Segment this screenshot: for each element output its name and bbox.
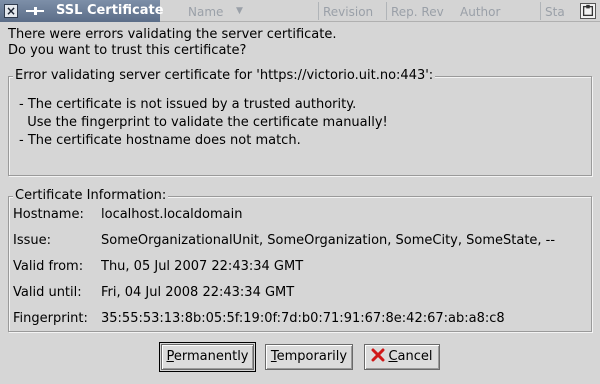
certificate-info-group: Certificate Information: Hostname: local… <box>8 188 592 332</box>
valid-from-label: Valid from: <box>13 259 84 274</box>
close-icon[interactable]: × <box>4 4 18 18</box>
valid-until-label: Valid until: <box>13 285 82 300</box>
title-bar[interactable]: × SSL Certificate Name ▼ Revision Rep. R… <box>0 0 600 22</box>
error-line: - The certificate is not issued by a tru… <box>19 97 357 112</box>
issue-label: Issue: <box>13 233 51 248</box>
cancel-icon <box>371 348 385 362</box>
column-divider <box>318 2 319 20</box>
certificate-info-title: Certificate Information: <box>13 188 169 204</box>
fingerprint-value: 35:55:53:13:8b:05:5f:19:0f:7d:b0:71:91:6… <box>101 311 505 326</box>
background-column-rep-rev: Rep. Rev <box>391 5 444 19</box>
message-line-1: There were errors validating the server … <box>8 27 337 42</box>
background-column-name: Name <box>188 5 224 19</box>
error-group-title: Error validating server certificate for … <box>13 68 436 84</box>
background-column-author: Author <box>460 5 501 19</box>
hostname-value: localhost.localdomain <box>101 207 243 222</box>
temporarily-button[interactable]: Temporarily <box>265 344 353 370</box>
permanently-label: ermanently <box>173 349 249 364</box>
message-line-2: Do you want to trust this certificate? <box>8 43 247 58</box>
fingerprint-label: Fingerprint: <box>13 311 88 326</box>
issue-value: SomeOrganizationalUnit, SomeOrganization… <box>101 233 556 248</box>
column-divider <box>386 2 387 20</box>
cancel-label: ancel <box>397 349 433 364</box>
valid-until-value: Fri, 04 Jul 2008 22:43:34 GMT <box>101 285 295 300</box>
sort-arrow-icon: ▼ <box>236 6 243 16</box>
error-line: Use the fingerprint to validate the cert… <box>19 115 388 130</box>
error-line: - The certificate hostname does not matc… <box>19 133 301 148</box>
window-title: SSL Certificate <box>56 3 164 18</box>
permanently-mnemonic: P <box>166 349 174 364</box>
cancel-mnemonic: C <box>388 349 398 364</box>
background-column-status: Status <box>545 5 565 19</box>
temporarily-label: emporarily <box>276 349 348 364</box>
pin-icon[interactable] <box>24 4 46 18</box>
background-column-revision: Revision <box>323 5 374 19</box>
error-group: Error validating server certificate for … <box>8 68 592 176</box>
window-menu-icon[interactable] <box>580 3 596 19</box>
cancel-button[interactable]: Cancel <box>364 344 440 370</box>
permanently-button[interactable]: Permanently <box>159 342 256 372</box>
hostname-label: Hostname: <box>13 207 84 222</box>
valid-from-value: Thu, 05 Jul 2007 22:43:34 GMT <box>101 259 304 274</box>
column-divider <box>540 2 541 20</box>
